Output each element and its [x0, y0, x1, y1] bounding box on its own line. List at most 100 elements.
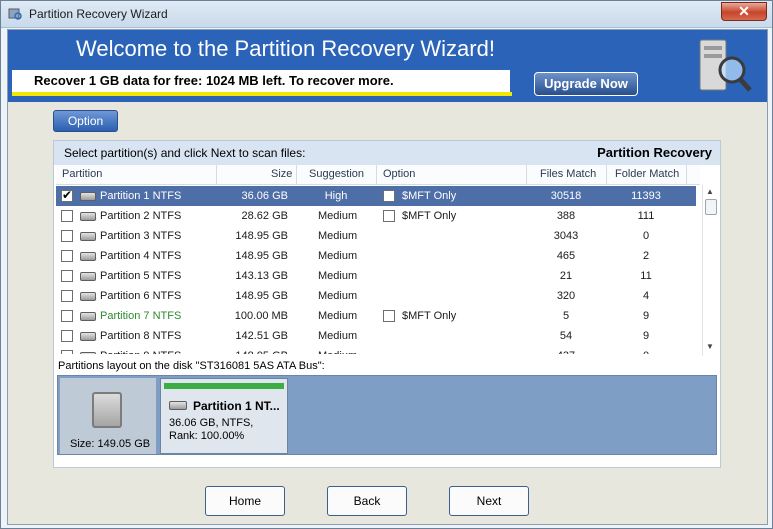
partition-drive-icon: [80, 352, 96, 354]
row-checkbox[interactable]: [61, 290, 73, 302]
row-checkbox[interactable]: [61, 330, 73, 342]
partition-size: 100.00 MB: [234, 310, 288, 322]
table-row[interactable]: Partition 1 NTFS 36.06 GB High $MFT Only 305…: [56, 186, 696, 206]
folder-match: 0: [606, 350, 686, 354]
banner-title: Welcome to the Partition Recovery Wizard…: [76, 36, 495, 61]
table-row[interactable]: Partition 3 NTFS 148.95 GB Medium 3043 0: [56, 226, 696, 246]
table-scrollbar[interactable]: ▲ ▼: [702, 185, 719, 356]
column-option[interactable]: Option: [383, 168, 415, 180]
disk-card[interactable]: Size: 149.05 GB: [60, 378, 156, 454]
table-row[interactable]: Partition 6 NTFS 148.95 GB Medium 320 4: [56, 286, 696, 306]
scroll-thumb[interactable]: [705, 199, 717, 215]
hard-disk-icon: [92, 392, 122, 428]
files-match: 54: [559, 330, 573, 342]
partition-suggestion: Medium: [318, 350, 357, 354]
banner-underline: [12, 92, 512, 96]
panel-header: Select partition(s) and click Next to sc…: [54, 141, 720, 165]
mft-only-checkbox[interactable]: [383, 310, 395, 322]
column-suggestion[interactable]: Suggestion: [309, 168, 364, 180]
table-row[interactable]: Partition 5 NTFS 143.13 GB Medium 21 11: [56, 266, 696, 286]
close-button[interactable]: ✕: [721, 2, 767, 21]
partition-size: 148.95 GB: [235, 290, 288, 302]
title-bar: Partition Recovery Wizard ✕: [1, 1, 772, 28]
table-row[interactable]: Partition 9 NTFS 148.95 GB Medium 4370: [56, 346, 696, 354]
home-button[interactable]: Home: [205, 486, 285, 516]
disk-size-label: Size: 149.05 GB: [70, 438, 151, 450]
wizard-client: Welcome to the Partition Recovery Wizard…: [7, 29, 768, 525]
banner: Welcome to the Partition Recovery Wizard…: [8, 30, 767, 102]
files-match: 388: [556, 210, 576, 222]
row-checkbox[interactable]: [61, 230, 73, 242]
row-checkbox[interactable]: [61, 250, 73, 262]
mft-only-checkbox[interactable]: [383, 190, 395, 202]
table-row[interactable]: Partition 8 NTFS 142.51 GB Medium 54 9: [56, 326, 696, 346]
row-checkbox[interactable]: [61, 350, 73, 354]
partition-size: 36.06 GB: [241, 190, 288, 202]
window-title: Partition Recovery Wizard: [29, 7, 168, 21]
partition-name: Partition 8 NTFS: [100, 330, 182, 342]
row-checkbox[interactable]: [61, 188, 73, 202]
partition-name: Partition 3 NTFS: [100, 230, 182, 242]
column-size[interactable]: Size: [271, 168, 292, 180]
partition-list: Partition 1 NTFS 36.06 GB High $MFT Only 305…: [56, 186, 700, 354]
partition-card[interactable]: Partition 1 NT... 36.06 GB, NTFS, Rank: …: [160, 378, 288, 454]
column-folder-match[interactable]: Folder Match: [615, 168, 679, 180]
partition-drive-icon: [80, 272, 96, 281]
wizard-window: Partition Recovery Wizard ✕ Welcome to t…: [0, 0, 773, 529]
partition-card-size: 36.06 GB, NTFS,: [169, 417, 254, 429]
row-checkbox[interactable]: [61, 270, 73, 282]
files-match: 5: [562, 310, 570, 322]
partition-drive-icon: [80, 232, 96, 241]
folder-match: 2: [642, 250, 650, 262]
folder-match: 0: [642, 230, 650, 242]
partition-size: 148.95 GB: [235, 230, 288, 242]
partition-size: 28.62 GB: [241, 210, 288, 222]
banner-subtitle: Recover 1 GB data for free: 1024 MB left…: [34, 73, 394, 88]
partition-suggestion: Medium: [318, 310, 358, 322]
partition-size: 143.13 GB: [235, 270, 288, 282]
column-files-match[interactable]: Files Match: [540, 168, 596, 180]
row-checkbox[interactable]: [61, 210, 73, 222]
partition-drive-icon: [80, 332, 96, 341]
table-row[interactable]: Partition 2 NTFS 28.62 GB Medium $MFT Only 3…: [56, 206, 696, 226]
partition-drive-icon: [80, 312, 96, 321]
partition-usage-bar: [164, 383, 284, 389]
files-match: 437: [526, 350, 606, 354]
partition-name: Partition 6 NTFS: [100, 290, 182, 302]
partition-size: 142.51 GB: [235, 330, 288, 342]
table-row[interactable]: Partition 7 NTFS 100.00 MB Medium $MFT Only…: [56, 306, 696, 326]
folder-match: 9: [642, 330, 650, 342]
scroll-up-icon[interactable]: ▲: [706, 187, 714, 196]
partition-name: Partition 2 NTFS: [100, 210, 182, 222]
panel-title: Partition Recovery: [597, 145, 712, 160]
upgrade-now-button[interactable]: Upgrade Now: [534, 72, 638, 96]
disk-layout-area: Size: 149.05 GB Partition 1 NT... 36.06 …: [57, 375, 717, 455]
folder-match: 9: [642, 310, 650, 322]
partition-drive-icon: [169, 401, 187, 410]
partition-name: Partition 5 NTFS: [100, 270, 182, 282]
next-button[interactable]: Next: [449, 486, 529, 516]
row-checkbox[interactable]: [61, 310, 73, 322]
instruction-text: Select partition(s) and click Next to sc…: [64, 146, 306, 160]
partition-drive-icon: [80, 212, 96, 221]
partition-name: Partition 7 NTFS: [100, 310, 182, 322]
table-row[interactable]: Partition 4 NTFS 148.95 GB Medium 465 2: [56, 246, 696, 266]
partition-option: $MFT Only: [402, 190, 457, 202]
partition-card-info: 36.06 GB, NTFS, Rank: 100.00%: [169, 417, 253, 443]
back-button[interactable]: Back: [327, 486, 407, 516]
partition-name: Partition 4 NTFS: [100, 250, 182, 262]
column-partition[interactable]: Partition: [62, 168, 102, 180]
files-match: 465: [556, 250, 576, 262]
partition-option: $MFT Only: [402, 310, 457, 322]
partition-name: Partition 9 NTFS: [100, 350, 181, 354]
partition-suggestion: Medium: [318, 210, 358, 222]
files-match: 320: [556, 290, 576, 302]
app-icon: [8, 8, 22, 20]
scroll-down-icon[interactable]: ▼: [706, 342, 714, 351]
partition-card-name: Partition 1 NT...: [193, 399, 280, 413]
option-button[interactable]: Option: [53, 110, 118, 132]
mft-only-checkbox[interactable]: [383, 210, 395, 222]
folder-match: 4: [642, 290, 650, 302]
partition-suggestion: High: [324, 190, 348, 202]
partition-suggestion: Medium: [318, 250, 358, 262]
